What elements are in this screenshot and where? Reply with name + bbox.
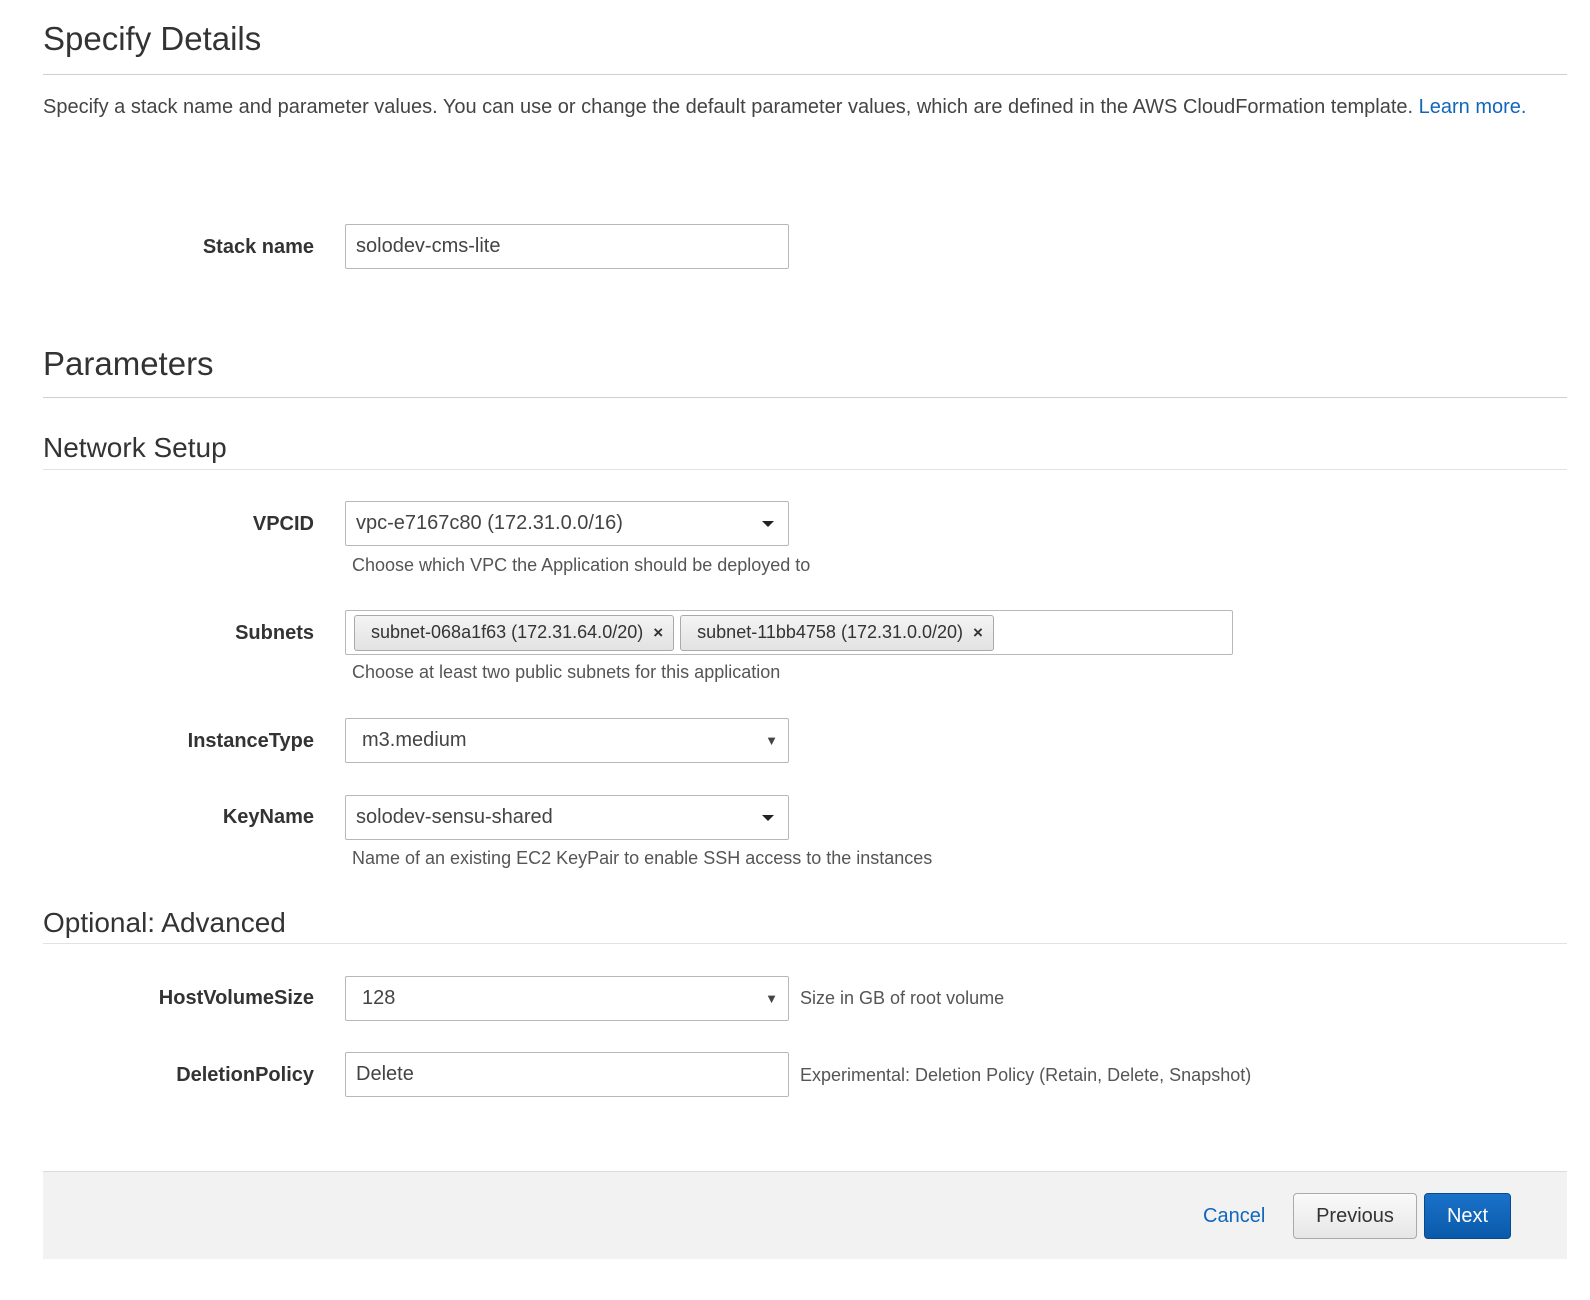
network-setup-divider	[43, 469, 1567, 470]
stack-name-input[interactable]: solodev-cms-lite	[345, 224, 789, 269]
deletion-policy-help: Experimental: Deletion Policy (Retain, D…	[800, 1065, 1252, 1085]
parameters-heading: Parameters	[43, 345, 214, 382]
instance-type-label: InstanceType	[187, 730, 314, 752]
page-title: Specify Details	[43, 20, 262, 57]
subnets-help: Choose at least two public subnets for t…	[352, 662, 781, 682]
deletion-policy-input[interactable]: Delete	[345, 1052, 789, 1097]
close-icon[interactable]: ×	[653, 623, 663, 643]
deletion-policy-label: DeletionPolicy	[176, 1064, 314, 1086]
learn-more-link[interactable]: Learn more.	[1419, 96, 1527, 118]
subnets-multiselect[interactable]: subnet-068a1f63 (172.31.64.0/20) × subne…	[345, 610, 1233, 655]
host-volume-size-select[interactable]: 128 ▼	[345, 976, 789, 1021]
subnet-chip: subnet-068a1f63 (172.31.64.0/20) ×	[354, 614, 675, 651]
previous-button[interactable]: Previous	[1293, 1193, 1417, 1239]
wizard-footer: Cancel Previous Next	[43, 1171, 1567, 1259]
key-name-label: KeyName	[222, 806, 314, 828]
subnets-label: Subnets	[235, 622, 314, 644]
vpcid-value: vpc-e7167c80 (172.31.0.0/16)	[356, 512, 623, 534]
key-name-select[interactable]: solodev-sensu-shared	[345, 795, 789, 840]
subnet-chip: subnet-11bb4758 (172.31.0.0/20) ×	[680, 614, 994, 651]
host-volume-size-help: Size in GB of root volume	[800, 988, 1005, 1008]
parameters-divider	[43, 397, 1567, 398]
instance-type-select[interactable]: m3.medium ▼	[345, 718, 789, 763]
intro-description: Specify a stack name and parameter value…	[43, 96, 1419, 118]
instance-type-value: m3.medium	[362, 729, 467, 751]
vpcid-label: VPCID	[252, 513, 314, 535]
host-volume-size-value: 128	[362, 987, 396, 1009]
network-setup-heading: Network Setup	[43, 432, 227, 463]
advanced-heading: Optional: Advanced	[43, 907, 286, 938]
dropdown-arrow-icon: ▼	[765, 991, 778, 1006]
cancel-link[interactable]: Cancel	[1203, 1205, 1265, 1228]
intro-text: Specify a stack name and parameter value…	[43, 92, 1567, 123]
next-button[interactable]: Next	[1424, 1193, 1511, 1239]
close-icon[interactable]: ×	[973, 623, 983, 643]
subnet-chip-label: subnet-11bb4758 (172.31.0.0/20)	[697, 622, 964, 642]
vpcid-help: Choose which VPC the Application should …	[352, 555, 811, 575]
dropdown-arrow-icon: ▼	[765, 733, 778, 748]
title-divider	[43, 74, 1567, 75]
chevron-down-icon	[762, 814, 774, 821]
advanced-divider	[43, 943, 1567, 944]
key-name-help: Name of an existing EC2 KeyPair to enabl…	[352, 848, 933, 868]
key-name-value: solodev-sensu-shared	[356, 806, 553, 828]
subnet-chip-label: subnet-068a1f63 (172.31.64.0/20)	[371, 622, 644, 642]
vpcid-select[interactable]: vpc-e7167c80 (172.31.0.0/16)	[345, 501, 789, 546]
stack-name-label: Stack name	[202, 236, 314, 258]
host-volume-size-label: HostVolumeSize	[158, 987, 314, 1009]
chevron-down-icon	[762, 520, 774, 527]
